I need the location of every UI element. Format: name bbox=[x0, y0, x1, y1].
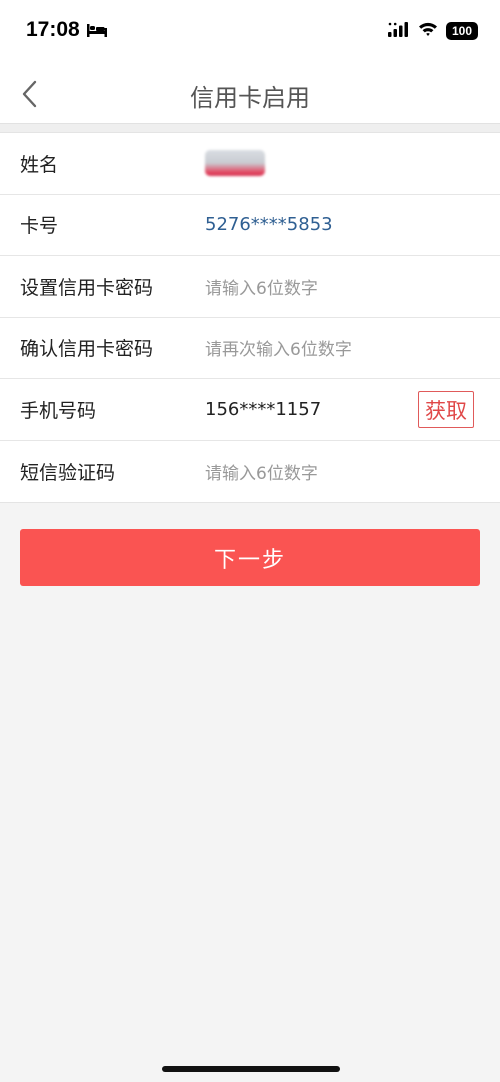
sms-code-input[interactable]: 请输入6位数字 bbox=[205, 441, 318, 503]
battery-level: 100 bbox=[451, 24, 473, 38]
card-number-label: 卡号 bbox=[20, 215, 59, 238]
form-row-sms-code[interactable]: 短信验证码 请输入6位数字 bbox=[0, 441, 500, 503]
form-row-card-number: 卡号 5276****5853 bbox=[0, 195, 500, 256]
card-number-value: 5276****5853 bbox=[205, 214, 333, 236]
activation-form: 姓名 卡号 5276****5853 设置信用卡密码 请输入6位数字 确认信用卡… bbox=[0, 132, 500, 503]
name-value-redacted bbox=[205, 133, 265, 194]
page-title: 信用卡启用 bbox=[190, 84, 310, 112]
name-label: 姓名 bbox=[20, 153, 59, 176]
home-indicator[interactable] bbox=[162, 1066, 340, 1072]
redacted-name-blur bbox=[205, 150, 265, 177]
signal-icon bbox=[388, 21, 410, 41]
set-password-label: 设置信用卡密码 bbox=[20, 276, 154, 299]
phone-value: 156****1157 bbox=[205, 398, 322, 420]
confirm-password-input[interactable]: 请再次输入6位数字 bbox=[205, 318, 352, 379]
set-password-input[interactable]: 请输入6位数字 bbox=[205, 256, 318, 317]
next-step-button[interactable]: 下一步 bbox=[20, 529, 480, 586]
form-row-name: 姓名 bbox=[0, 133, 500, 195]
battery-icon: 100 bbox=[446, 22, 478, 40]
bed-icon bbox=[86, 22, 108, 42]
form-row-confirm-password[interactable]: 确认信用卡密码 请再次输入6位数字 bbox=[0, 318, 500, 379]
status-indicators: 100 bbox=[388, 20, 478, 42]
get-code-button[interactable]: 获取 bbox=[418, 391, 474, 428]
confirm-password-label: 确认信用卡密码 bbox=[20, 338, 154, 361]
nav-bar: 信用卡启用 bbox=[0, 64, 500, 124]
phone-label: 手机号码 bbox=[20, 399, 97, 422]
form-row-phone: 手机号码 156****1157 获取 bbox=[0, 379, 500, 441]
form-row-set-password[interactable]: 设置信用卡密码 请输入6位数字 bbox=[0, 256, 500, 318]
section-divider bbox=[0, 124, 500, 132]
sms-code-label: 短信验证码 bbox=[20, 461, 116, 484]
status-bar: 17:08 100 bbox=[0, 0, 500, 64]
status-time: 17:08 bbox=[26, 18, 80, 41]
wifi-icon bbox=[418, 21, 438, 41]
